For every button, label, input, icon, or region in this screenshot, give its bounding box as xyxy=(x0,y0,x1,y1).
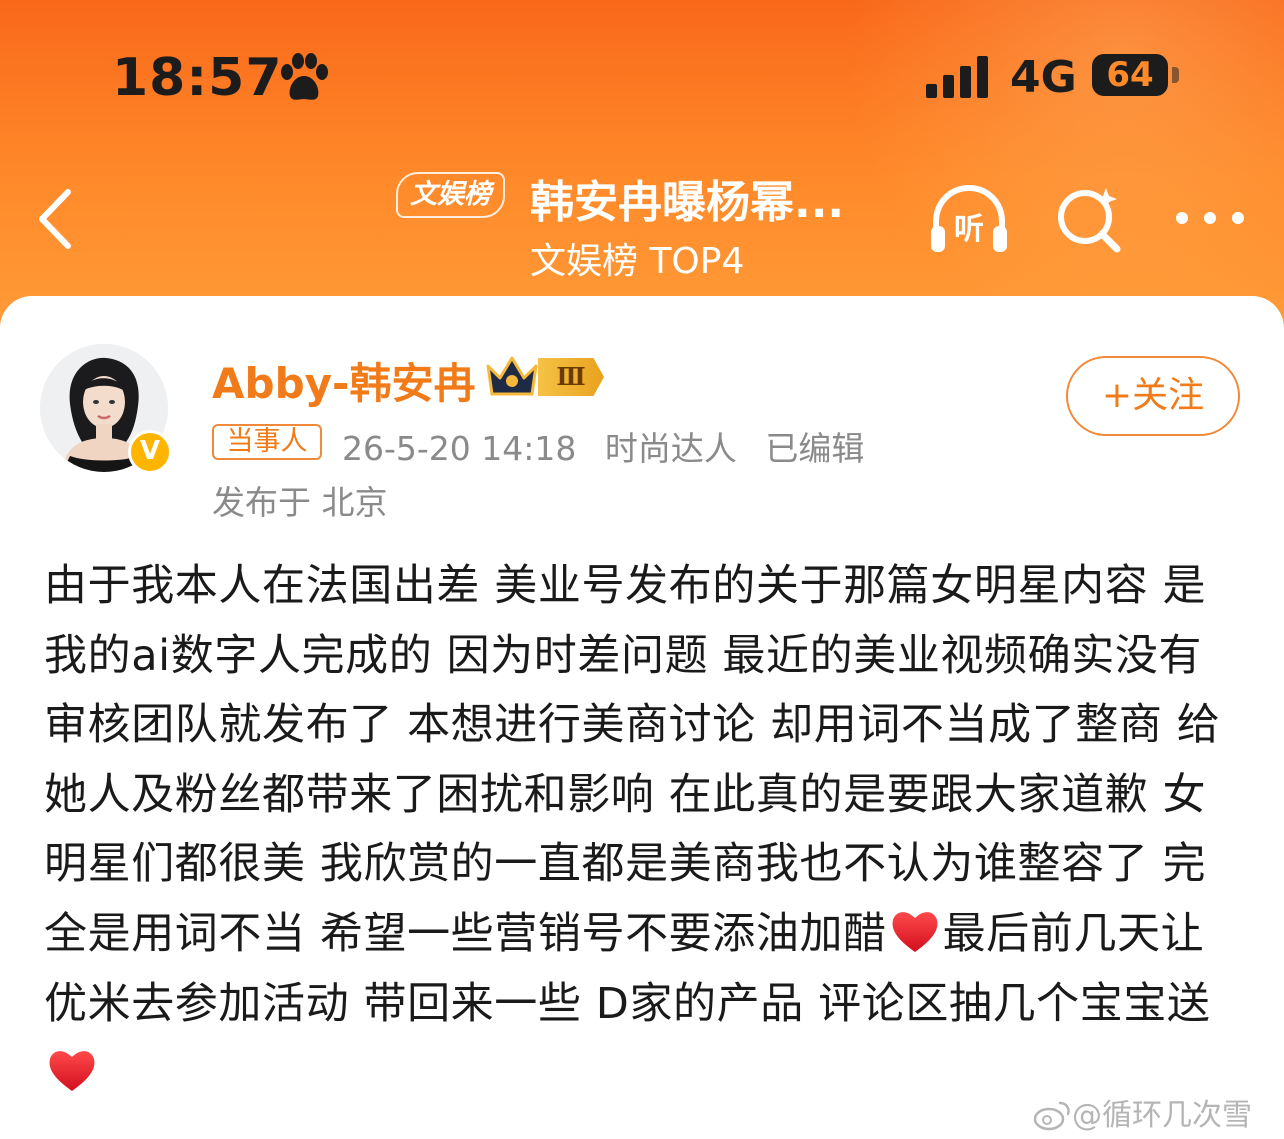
watermark: @循环几次雪 xyxy=(1032,1090,1252,1134)
status-time: 18:57 xyxy=(112,48,283,108)
crown-icon xyxy=(486,356,538,396)
post-location: 发布于 北京 xyxy=(212,483,388,522)
post-datetime: 26-5-20 14:18 xyxy=(342,429,577,468)
follow-button[interactable]: +关注 xyxy=(1066,356,1240,436)
battery-level: 64 xyxy=(1092,54,1168,96)
post-meta: 26-5-20 14:18 时尚达人 已编辑 xyxy=(342,422,882,470)
page-title: 韩安冉曝杨幂... xyxy=(530,177,845,228)
hot-list-chip[interactable]: 文娱榜 xyxy=(396,172,505,218)
watermark-text: @循环几次雪 xyxy=(1072,1098,1252,1133)
paw-icon xyxy=(281,53,328,100)
post-content: 由于我本人在法国出差 美业号发布的关于那篇女明星内容 是我的ai数字人完成的 因… xyxy=(44,552,1244,1109)
author-name[interactable]: Abby-韩安冉 xyxy=(212,350,475,411)
verified-badge: V xyxy=(128,430,172,474)
network-type: 4G xyxy=(1010,52,1077,103)
headphone-listen-icon[interactable]: 听 xyxy=(926,182,1012,258)
weibo-logo-icon xyxy=(1033,1101,1070,1131)
svg-text:听: 听 xyxy=(954,212,984,247)
membership-level-badge[interactable]: Ⅲ xyxy=(538,358,604,396)
more-options-icon[interactable] xyxy=(1170,206,1250,230)
heart-icon xyxy=(892,912,938,952)
edited-label: 已编辑 xyxy=(765,429,865,468)
search-icon[interactable] xyxy=(1054,184,1124,254)
post-content-part1: 由于我本人在法国出差 美业号发布的关于那篇女明星内容 是我的ai数字人完成的 因… xyxy=(44,561,1221,959)
back-arrow-icon[interactable] xyxy=(30,186,80,252)
page-subtitle[interactable]: 文娱榜 TOP4 xyxy=(530,232,744,284)
signal-icon xyxy=(926,56,988,98)
heart-icon xyxy=(49,1051,95,1092)
battery-tip xyxy=(1172,67,1179,83)
author-category: 时尚达人 xyxy=(604,429,737,468)
party-tag: 当事人 xyxy=(212,424,322,460)
